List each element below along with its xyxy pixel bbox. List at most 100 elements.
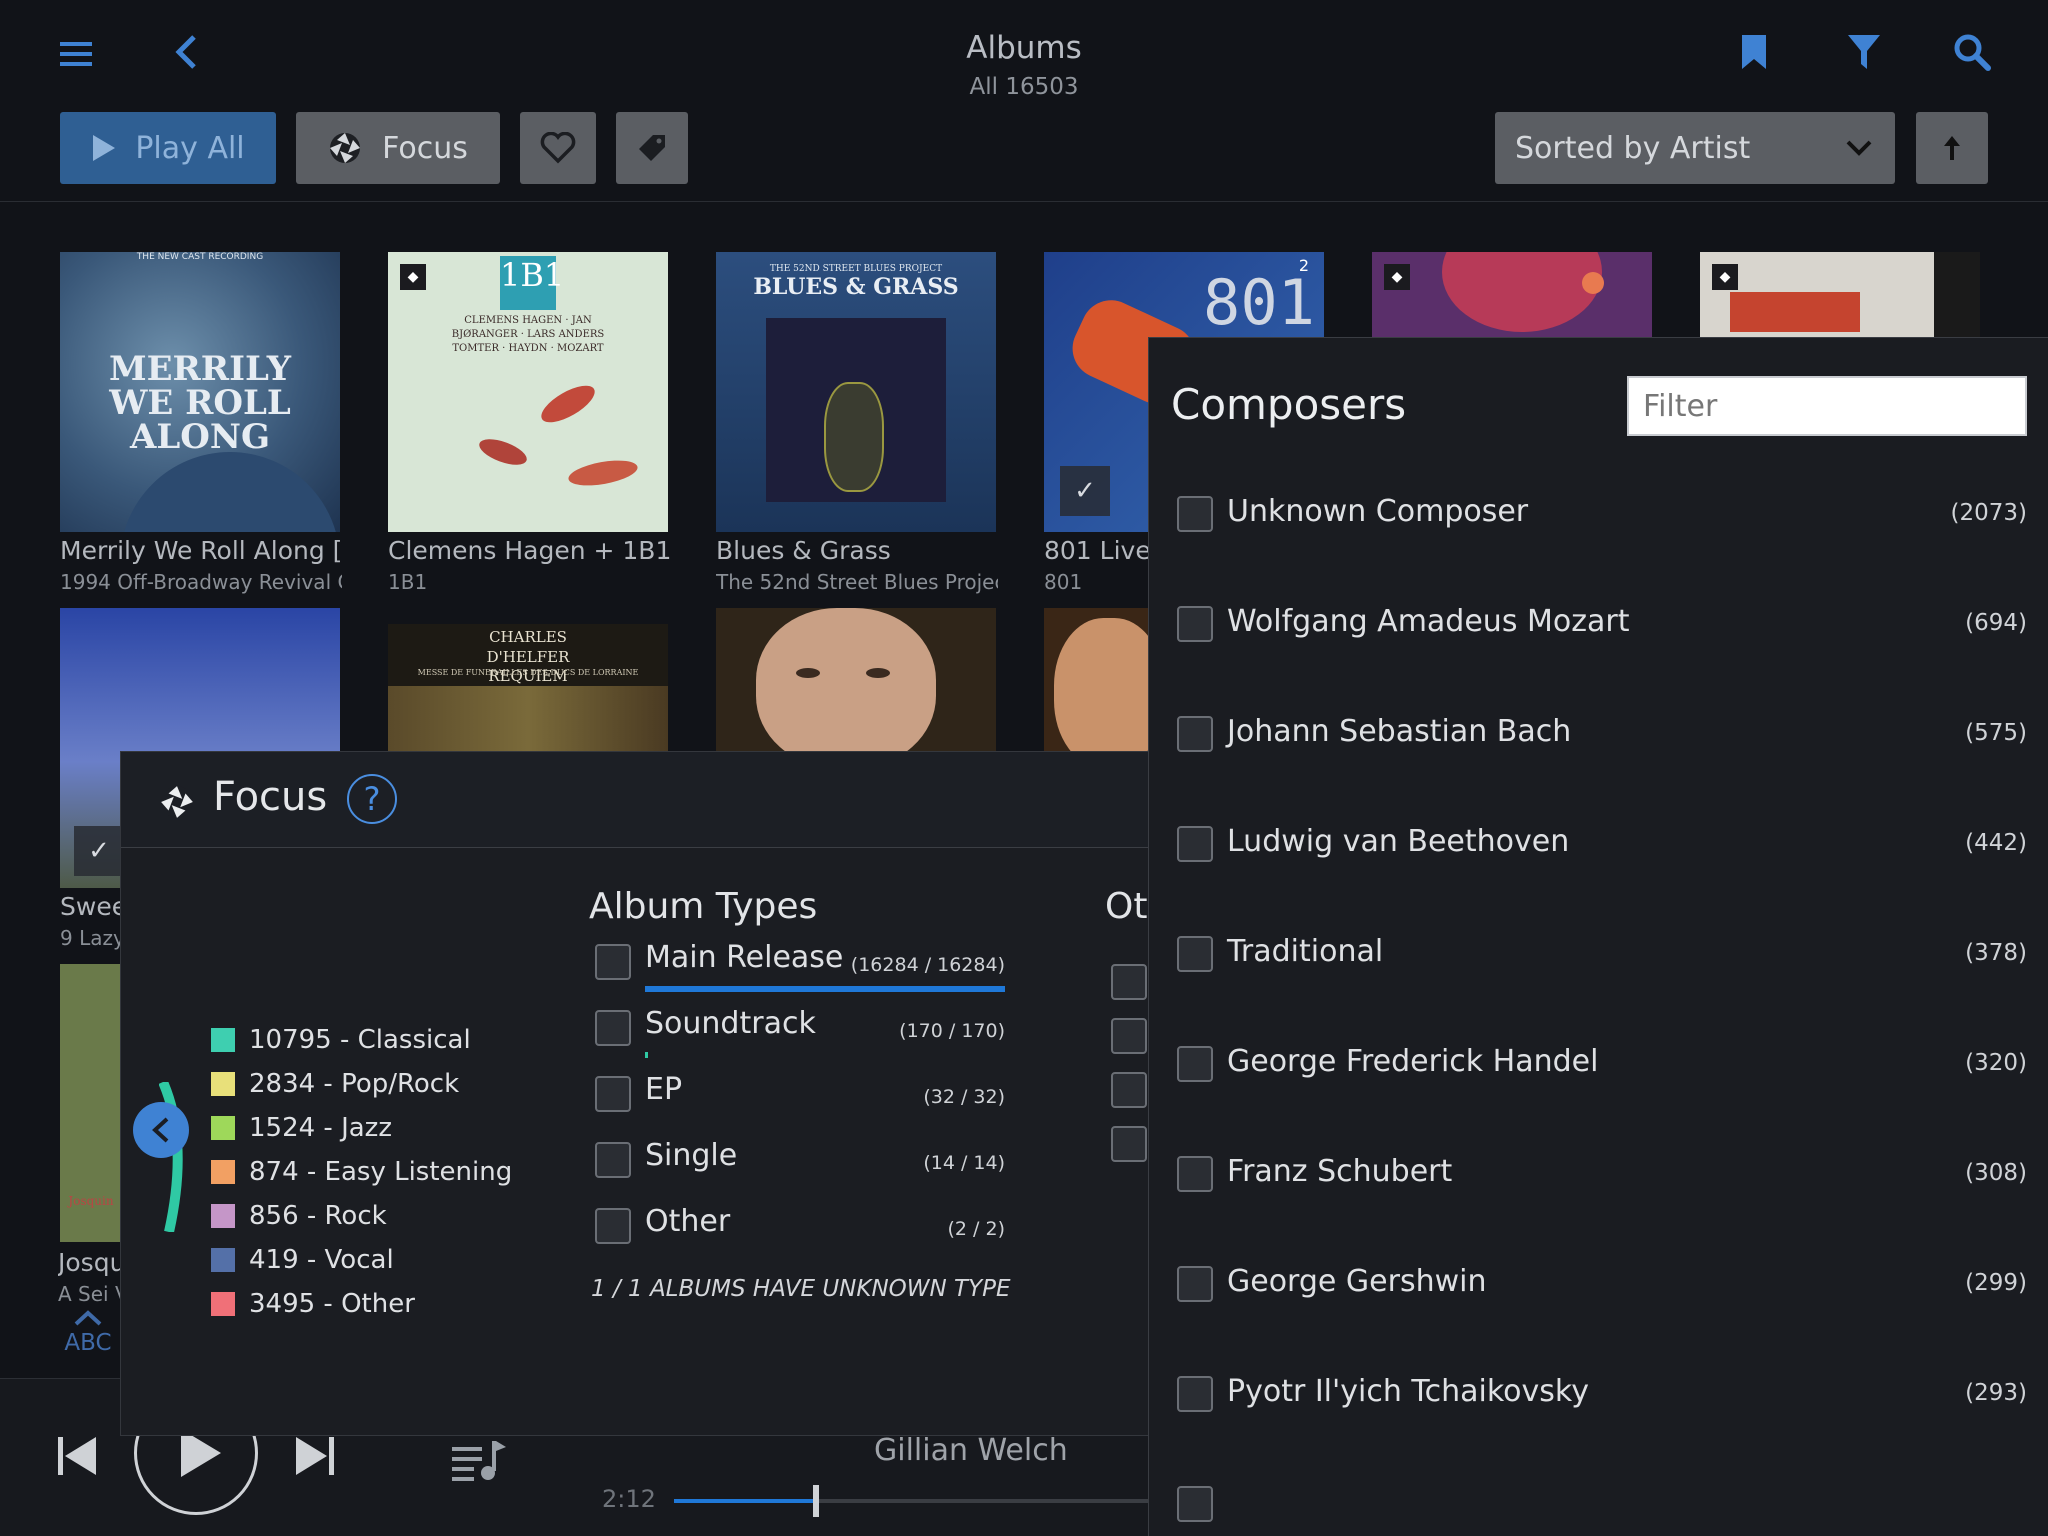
progress-fill (674, 1499, 817, 1503)
album-cover[interactable]: Josquin (60, 964, 122, 1242)
composer-checkbox[interactable] (1177, 1156, 1213, 1192)
composer-checkbox[interactable] (1177, 1046, 1213, 1082)
composer-row[interactable]: Wolfgang Amadeus Mozart (694) (1149, 594, 2048, 654)
genre-legend-item[interactable]: 1524 - Jazz (211, 1113, 392, 1143)
album-type-label[interactable]: EP (645, 1072, 682, 1107)
genre-legend-item[interactable]: 10795 - Classical (211, 1025, 471, 1055)
album-cover[interactable]: ◆ 1B1 CLEMENS HAGEN · JAN BJØRANGER · LA… (388, 252, 668, 532)
composer-row[interactable]: Ludwig van Beethoven (442) (1149, 814, 2048, 874)
other-checkbox[interactable] (1111, 964, 1147, 1000)
composer-row[interactable] (1149, 1474, 2048, 1534)
genre-legend-item[interactable]: 2834 - Pop/Rock (211, 1069, 459, 1099)
composer-checkbox[interactable] (1177, 936, 1213, 972)
chevron-up-icon (74, 1310, 102, 1326)
album-artist[interactable]: The 52nd Street Blues Project (716, 570, 998, 594)
other-checkbox[interactable] (1111, 1018, 1147, 1054)
album-cover[interactable]: CHARLES D'HELFER REQUIEM MESSE DE FUNERA… (388, 624, 668, 752)
composer-row[interactable]: Franz Schubert (308) (1149, 1144, 2048, 1204)
composer-name: George Gershwin (1227, 1264, 1487, 1299)
album-artist[interactable]: 9 Lazy (60, 926, 122, 950)
composer-row[interactable]: George Frederick Handel (320) (1149, 1034, 2048, 1094)
genre-legend-item[interactable]: 419 - Vocal (211, 1245, 394, 1275)
play-all-label: Play All (135, 130, 245, 166)
play-icon (93, 135, 116, 161)
album-artist[interactable]: A Sei V (58, 1282, 122, 1306)
alpha-index[interactable]: ABC (58, 1310, 118, 1356)
composer-count: (308) (1965, 1160, 2027, 1186)
cover-small-text: THE NEW CAST RECORDING (136, 252, 264, 262)
composer-checkbox[interactable] (1177, 1266, 1213, 1302)
filter-icon[interactable] (1844, 30, 1884, 74)
album-cover[interactable]: ◆ (1700, 252, 1980, 338)
album-cover[interactable] (716, 608, 996, 752)
album-type-checkbox[interactable] (595, 1076, 631, 1112)
sort-dropdown[interactable]: Sorted by Artist (1495, 112, 1895, 184)
composer-row[interactable]: Unknown Composer (2073) (1149, 484, 2048, 544)
composer-row[interactable]: Pyotr Il'yich Tchaikovsky (293) (1149, 1364, 2048, 1424)
composer-checkbox[interactable] (1177, 1376, 1213, 1412)
album-title[interactable]: Swee (60, 892, 122, 921)
composer-row[interactable]: Traditional (378) (1149, 924, 2048, 984)
app-header: Albums All 16503 Play All Focus Sorted b… (0, 0, 2048, 202)
search-icon[interactable] (1950, 30, 1994, 74)
album-type-checkbox[interactable] (595, 1208, 631, 1244)
tag-button[interactable] (616, 112, 688, 184)
composer-checkbox[interactable] (1177, 1486, 1213, 1522)
album-type-checkbox[interactable] (595, 1010, 631, 1046)
aperture-icon (330, 133, 361, 163)
album-title[interactable]: Clemens Hagen + 1B1: H (388, 536, 670, 565)
focus-panel: Focus ? 10795 - Classical 2834 - Pop/Roc… (120, 751, 1150, 1436)
album-title[interactable]: Josqu (58, 1248, 122, 1277)
album-title[interactable]: Merrily We Roll Along [19 (60, 536, 342, 565)
cover-badge: 2 (1298, 256, 1310, 275)
previous-track-icon[interactable] (56, 1435, 98, 1481)
album-artist[interactable]: 1B1 (388, 570, 670, 594)
queue-icon[interactable] (452, 1439, 506, 1485)
album-type-checkbox[interactable] (595, 944, 631, 980)
cover-title-text: 1B1 (500, 256, 564, 310)
album-cover[interactable]: ◆ (1372, 252, 1652, 338)
other-checkbox[interactable] (1111, 1072, 1147, 1108)
album-artist[interactable]: 801 (1044, 570, 1148, 594)
composer-count: (299) (1965, 1270, 2027, 1296)
focus-button[interactable]: Focus (296, 112, 500, 184)
focus-label: Focus (382, 130, 468, 166)
genre-legend-item[interactable]: 874 - Easy Listening (211, 1157, 512, 1187)
album-cover[interactable] (1044, 608, 1148, 752)
composer-row[interactable]: Johann Sebastian Bach (575) (1149, 704, 2048, 764)
album-count: All 16503 (969, 74, 1079, 100)
sort-direction-button[interactable] (1916, 112, 1988, 184)
composer-row[interactable]: George Gershwin (299) (1149, 1254, 2048, 1314)
composer-checkbox[interactable] (1177, 826, 1213, 862)
progress-handle[interactable] (813, 1485, 820, 1517)
album-type-label[interactable]: Other (645, 1204, 730, 1239)
composer-count: (694) (1965, 610, 2027, 636)
help-button[interactable]: ? (347, 774, 397, 824)
composer-name: Traditional (1227, 934, 1384, 969)
progress-track[interactable] (674, 1485, 1148, 1517)
album-title[interactable]: 801 Live (1044, 536, 1148, 565)
play-all-button[interactable]: Play All (60, 112, 276, 184)
heart-icon (540, 132, 576, 164)
next-track-icon[interactable] (294, 1435, 336, 1481)
album-type-checkbox[interactable] (595, 1142, 631, 1178)
composer-checkbox[interactable] (1177, 716, 1213, 752)
album-type-label[interactable]: Single (645, 1138, 737, 1173)
composer-checkbox[interactable] (1177, 496, 1213, 532)
bookmark-icon[interactable] (1734, 30, 1774, 74)
other-checkbox[interactable] (1111, 1126, 1147, 1162)
collapse-button[interactable] (133, 1102, 189, 1158)
album-cover[interactable]: THE 52ND STREET BLUES PROJECT BLUES & GR… (716, 252, 996, 532)
other-section-title: Ot (1105, 886, 1148, 927)
composer-filter-input[interactable] (1627, 376, 2027, 436)
unknown-type-note: 1 / 1 ALBUMS HAVE UNKNOWN TYPE (591, 1276, 1011, 1302)
album-artist[interactable]: 1994 Off-Broadway Revival Ca (60, 570, 342, 594)
album-type-count: (14 / 14) (923, 1152, 1005, 1174)
composer-checkbox[interactable] (1177, 606, 1213, 642)
favorite-button[interactable] (520, 112, 596, 184)
album-title[interactable]: Blues & Grass (716, 536, 998, 565)
selected-check-icon: ✓ (1060, 466, 1110, 516)
genre-legend-item[interactable]: 3495 - Other (211, 1289, 415, 1319)
genre-legend-item[interactable]: 856 - Rock (211, 1201, 387, 1231)
album-cover[interactable]: THE NEW CAST RECORDING MERRILY WE ROLL A… (60, 252, 340, 532)
